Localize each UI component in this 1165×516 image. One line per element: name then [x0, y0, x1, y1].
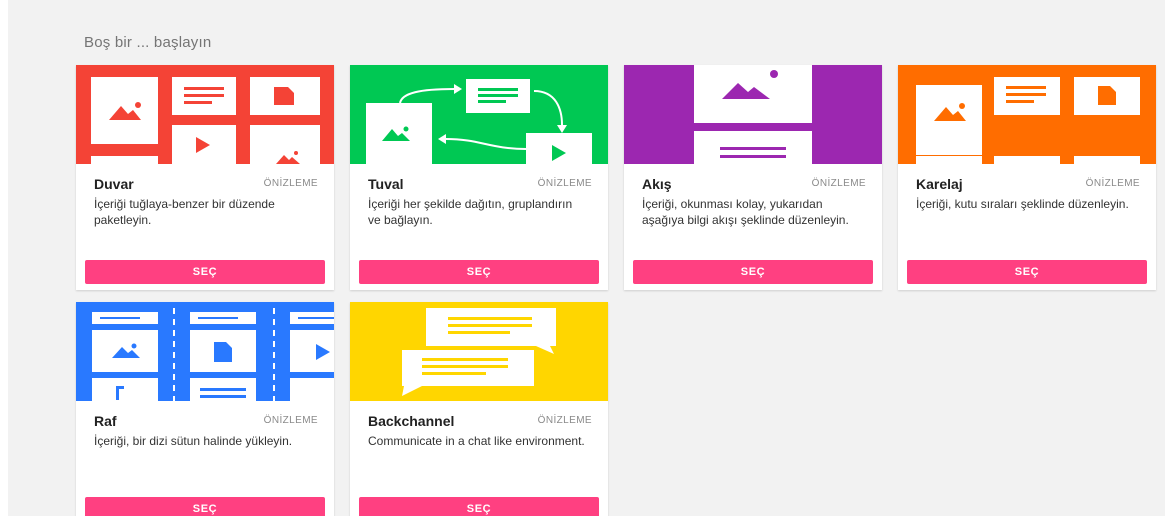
select-button[interactable]: SEÇ	[633, 260, 873, 284]
card-description: İçeriği, bir dizi sütun halinde yükleyin…	[94, 434, 293, 448]
select-button[interactable]: SEÇ	[85, 260, 325, 284]
card-title: Duvar	[94, 176, 134, 192]
card-title: Karelaj	[916, 176, 963, 192]
tuval-thumbnail	[350, 65, 608, 164]
preview-link[interactable]: ÖNİZLEME	[538, 415, 592, 426]
karelaj-thumbnail	[898, 65, 1156, 164]
raf-thumbnail	[76, 302, 334, 401]
card-backchannel[interactable]: Backchannel ÖNİZLEME Communicate in a ch…	[350, 302, 608, 516]
duvar-thumbnail	[76, 65, 334, 164]
backchannel-thumbnail	[350, 302, 608, 401]
card-description: İçeriği her şekilde dağıtın, gruplandırı…	[368, 197, 573, 227]
section-heading: Boş bir ... başlayın	[84, 34, 212, 51]
select-button[interactable]: SEÇ	[85, 497, 325, 516]
preview-link[interactable]: ÖNİZLEME	[812, 178, 866, 189]
card-description: İçeriği, okunması kolay, yukarıdan aşağı…	[642, 197, 849, 227]
card-karelaj[interactable]: Karelaj ÖNİZLEME İçeriği, kutu sıraları …	[898, 65, 1156, 290]
select-button[interactable]: SEÇ	[359, 497, 599, 516]
card-description: İçeriği tuğlaya-benzer bir düzende paket…	[94, 197, 275, 227]
preview-link[interactable]: ÖNİZLEME	[264, 178, 318, 189]
preview-link[interactable]: ÖNİZLEME	[264, 415, 318, 426]
card-description: Communicate in a chat like environment.	[368, 434, 585, 448]
card-akis[interactable]: Akış ÖNİZLEME İçeriği, okunması kolay, y…	[624, 65, 882, 290]
preview-link[interactable]: ÖNİZLEME	[538, 178, 592, 189]
card-title: Raf	[94, 413, 117, 429]
card-title: Akış	[642, 176, 672, 192]
select-button[interactable]: SEÇ	[907, 260, 1147, 284]
card-title: Backchannel	[368, 413, 455, 429]
card-duvar[interactable]: Duvar ÖNİZLEME İçeriği tuğlaya-benzer bi…	[76, 65, 334, 290]
akis-thumbnail	[624, 65, 882, 164]
card-raf[interactable]: Raf ÖNİZLEME İçeriği, bir dizi sütun hal…	[76, 302, 334, 516]
preview-link[interactable]: ÖNİZLEME	[1086, 178, 1140, 189]
select-button[interactable]: SEÇ	[359, 260, 599, 284]
card-description: İçeriği, kutu sıraları şeklinde düzenley…	[916, 197, 1129, 211]
card-tuval[interactable]: Tuval ÖNİZLEME İçeriği her şekilde dağıt…	[350, 65, 608, 290]
card-title: Tuval	[368, 176, 404, 192]
